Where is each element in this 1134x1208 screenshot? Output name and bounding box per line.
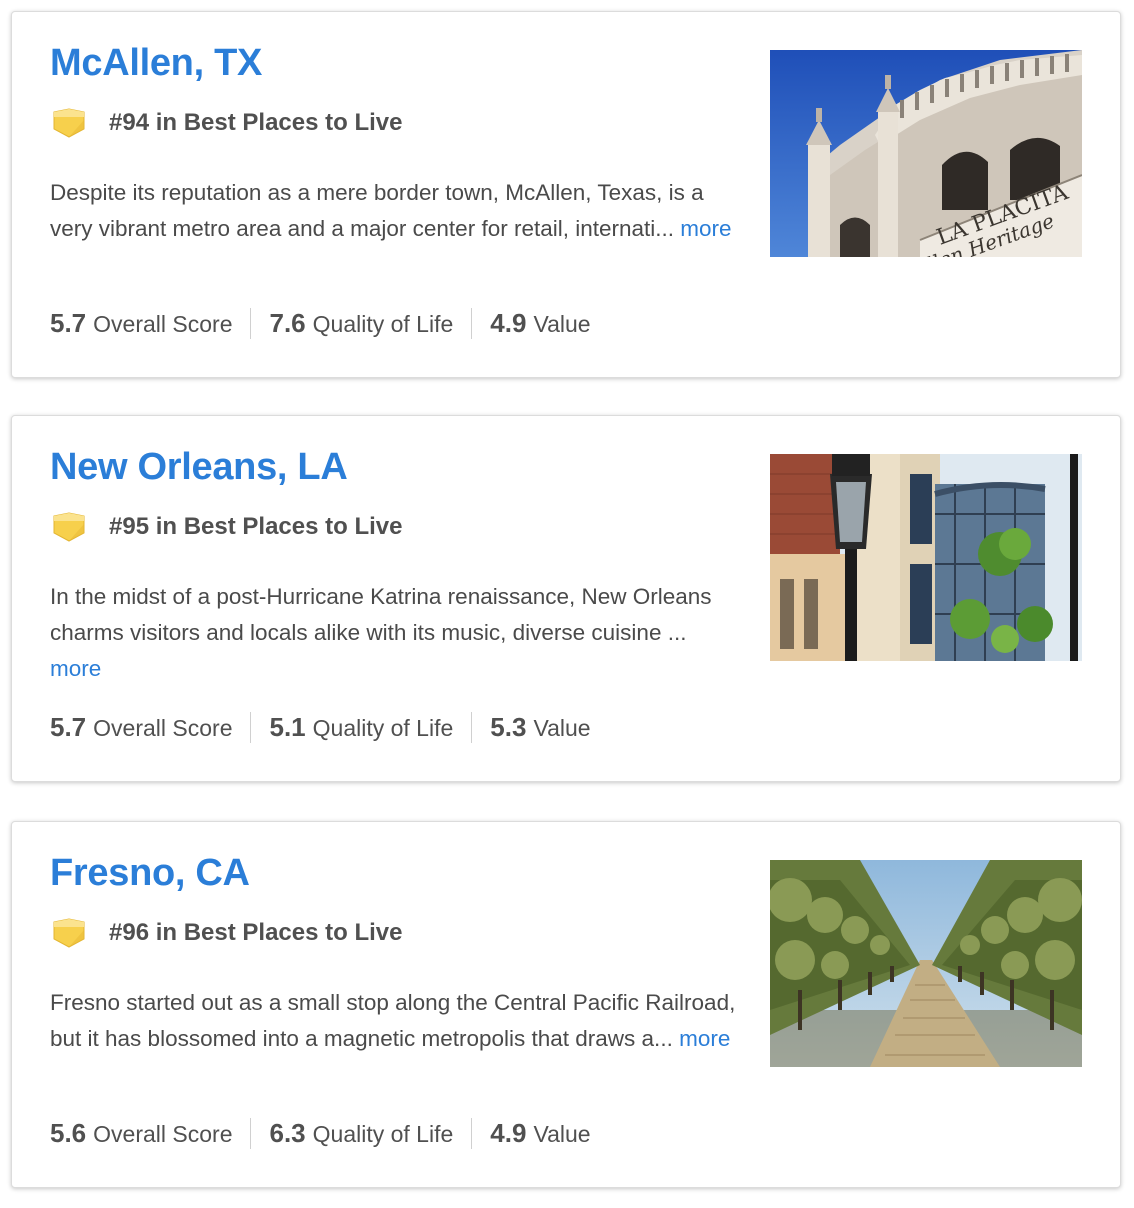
more-link[interactable]: more (679, 1026, 730, 1051)
fresno-orchard-image (770, 860, 1082, 1067)
city-card-new-orleans: New Orleans, LA #95 in Best Places to Li… (11, 415, 1121, 782)
description-text: Despite its reputation as a mere border … (50, 180, 704, 241)
city-photo[interactable]: LA PLACITA llen Heritage (770, 50, 1082, 257)
city-description: Despite its reputation as a mere border … (50, 175, 740, 247)
score-row: 5.6 Overall Score 6.3 Quality of Life 4.… (50, 1118, 609, 1149)
city-description: Fresno started out as a small stop along… (50, 985, 740, 1057)
city-title-link[interactable]: McAllen, TX (50, 42, 262, 85)
score-value: 5.1 (269, 712, 306, 742)
value-score: 5.3 Value (471, 712, 608, 743)
quality-of-life-score: 5.1 Quality of Life (250, 712, 471, 743)
value-score: 4.9 Value (471, 1118, 608, 1149)
description-text: Fresno started out as a small stop along… (50, 990, 736, 1051)
city-title-link[interactable]: Fresno, CA (50, 852, 250, 895)
quality-of-life-score: 7.6 Quality of Life (250, 308, 471, 339)
score-label: Overall Score (93, 311, 233, 337)
city-card-mcallen: McAllen, TX #94 in Best Places to Live D… (11, 11, 1121, 378)
city-photo[interactable] (770, 860, 1082, 1067)
more-link[interactable]: more (50, 656, 101, 681)
rank-row: #95 in Best Places to Live (52, 512, 402, 542)
score-value: 4.9 (490, 1118, 527, 1148)
score-value: 5.3 (490, 712, 527, 742)
score-value: 6.3 (269, 1118, 306, 1148)
score-label: Quality of Life (312, 311, 454, 337)
rank-text: #94 in Best Places to Live (109, 109, 403, 136)
rank-row: #96 in Best Places to Live (52, 918, 402, 948)
score-row: 5.7 Overall Score 5.1 Quality of Life 5.… (50, 712, 609, 743)
mcallen-building-image: LA PLACITA llen Heritage (770, 50, 1082, 257)
score-row: 5.7 Overall Score 7.6 Quality of Life 4.… (50, 308, 609, 339)
score-label: Overall Score (93, 715, 233, 741)
score-label: Value (533, 1121, 591, 1147)
rank-badge-icon (53, 918, 85, 948)
score-value: 5.7 (50, 308, 87, 338)
score-value: 4.9 (490, 308, 527, 338)
score-value: 7.6 (269, 308, 306, 338)
rank-text: #96 in Best Places to Live (109, 919, 403, 946)
city-description: In the midst of a post-Hurricane Katrina… (50, 579, 740, 687)
quality-of-life-score: 6.3 Quality of Life (250, 1118, 471, 1149)
rank-badge-icon (53, 512, 85, 542)
rank-badge-icon (53, 108, 85, 138)
description-text: In the midst of a post-Hurricane Katrina… (50, 584, 712, 645)
city-card-fresno: Fresno, CA #96 in Best Places to Live Fr… (11, 821, 1121, 1188)
score-label: Quality of Life (312, 1121, 454, 1147)
rank-row: #94 in Best Places to Live (52, 108, 402, 138)
rank-text: #95 in Best Places to Live (109, 513, 403, 540)
overall-score: 5.6 Overall Score (50, 1118, 250, 1149)
overall-score: 5.7 Overall Score (50, 308, 250, 339)
new-orleans-street-image (770, 454, 1082, 661)
overall-score: 5.7 Overall Score (50, 712, 250, 743)
score-label: Value (533, 311, 591, 337)
value-score: 4.9 Value (471, 308, 608, 339)
city-photo[interactable] (770, 454, 1082, 661)
score-label: Quality of Life (312, 715, 454, 741)
score-value: 5.7 (50, 712, 87, 742)
city-title-link[interactable]: New Orleans, LA (50, 446, 348, 489)
score-value: 5.6 (50, 1118, 87, 1148)
score-label: Overall Score (93, 1121, 233, 1147)
score-label: Value (533, 715, 591, 741)
more-link[interactable]: more (680, 216, 731, 241)
